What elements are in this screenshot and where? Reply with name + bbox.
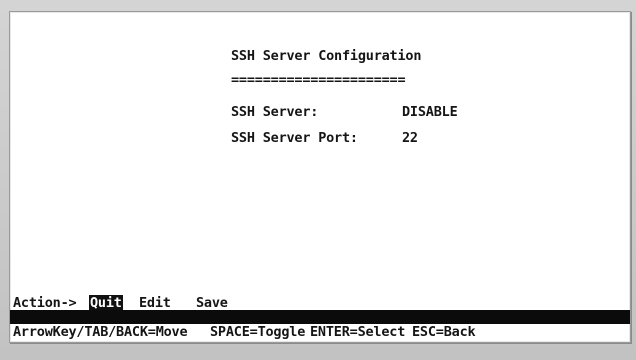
title-separator: ======================: [231, 72, 406, 88]
action-quit[interactable]: Quit: [89, 295, 123, 311]
ssh-server-port-value[interactable]: 22: [402, 130, 418, 146]
ssh-server-port-label: SSH Server Port:: [231, 130, 358, 146]
action-save[interactable]: Save: [196, 295, 228, 311]
action-edit[interactable]: Edit: [139, 295, 171, 311]
help-move: ArrowKey/TAB/BACK=Move: [13, 324, 188, 340]
monitor-frame: SSH Server Configuration ===============…: [0, 0, 636, 360]
ssh-server-label: SSH Server:: [231, 104, 319, 120]
divider-bar: [10, 310, 630, 324]
terminal-screen: SSH Server Configuration ===============…: [9, 11, 631, 343]
ssh-server-value[interactable]: DISABLE: [402, 104, 458, 120]
page-title: SSH Server Configuration: [231, 48, 422, 64]
action-prompt: Action->: [13, 295, 77, 311]
help-select: ENTER=Select: [310, 324, 406, 340]
help-back: ESC=Back: [412, 324, 476, 340]
help-toggle: SPACE=Toggle: [210, 324, 306, 340]
